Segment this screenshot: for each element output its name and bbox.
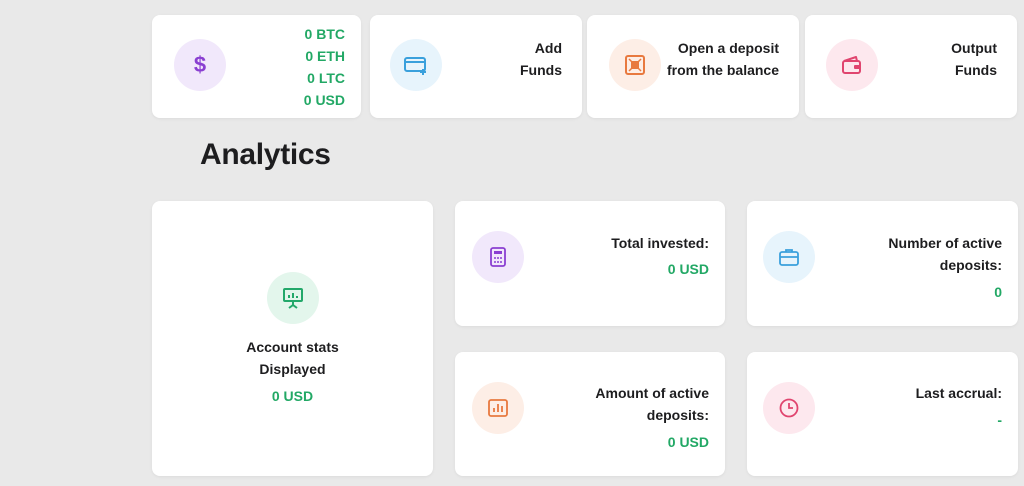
active-deposits-amount-card: Amount of active deposits: 0 USD (455, 352, 725, 476)
add-funds-line1: Add (534, 40, 562, 56)
balance-card: $ 0 BTC 0 ETH 0 LTC 0 USD (152, 15, 361, 118)
balance-list: 0 BTC 0 ETH 0 LTC 0 USD (304, 23, 345, 111)
add-funds-line2: Funds (520, 62, 562, 78)
balance-eth: 0 ETH (305, 48, 345, 64)
total-invested-label: Total invested: (611, 235, 709, 251)
output-funds-button[interactable]: Output Funds (805, 15, 1017, 118)
last-accrual-label: Last accrual: (915, 385, 1002, 401)
account-stats-line1: Account stats (246, 339, 339, 355)
presentation-chart-icon (267, 272, 319, 324)
wallet-icon (826, 39, 878, 91)
active-deposits-amount-value: 0 USD (667, 434, 709, 450)
total-invested-card: Total invested: 0 USD (455, 201, 725, 326)
active-deposits-count-value: 0 (994, 284, 1002, 300)
dollar-icon: $ (174, 39, 226, 91)
svg-text:$: $ (194, 53, 206, 77)
active-deposits-count-card: Number of active deposits: 0 (747, 201, 1018, 326)
output-funds-line1: Output (951, 40, 997, 56)
balance-ltc: 0 LTC (307, 70, 345, 86)
card-add-icon (390, 39, 442, 91)
balance-usd: 0 USD (303, 92, 345, 108)
active-deposits-count-line2: deposits: (939, 257, 1002, 273)
add-funds-button[interactable]: Add Funds (370, 15, 582, 118)
calculator-icon (472, 231, 524, 283)
active-deposits-count-line1: Number of active (888, 235, 1002, 251)
last-accrual-card: Last accrual: - (747, 352, 1018, 476)
output-funds-line2: Funds (955, 62, 997, 78)
active-deposits-amount-line1: Amount of active (595, 385, 709, 401)
briefcase-icon (763, 231, 815, 283)
open-deposit-line1: Open a deposit (677, 40, 779, 56)
safe-icon (609, 39, 661, 91)
bar-chart-icon (472, 382, 524, 434)
page-title: Analytics (200, 138, 331, 171)
account-stats-value: 0 USD (271, 388, 314, 404)
open-deposit-line2: from the balance (666, 62, 779, 78)
balance-btc: 0 BTC (304, 26, 345, 42)
account-stats-card: Account stats Displayed 0 USD (152, 201, 433, 476)
account-stats-line2: Displayed (259, 361, 326, 377)
clock-icon (763, 382, 815, 434)
active-deposits-amount-line2: deposits: (646, 407, 709, 423)
total-invested-value: 0 USD (667, 261, 709, 277)
open-deposit-button[interactable]: Open a deposit from the balance (587, 15, 799, 118)
last-accrual-value: - (997, 412, 1002, 428)
